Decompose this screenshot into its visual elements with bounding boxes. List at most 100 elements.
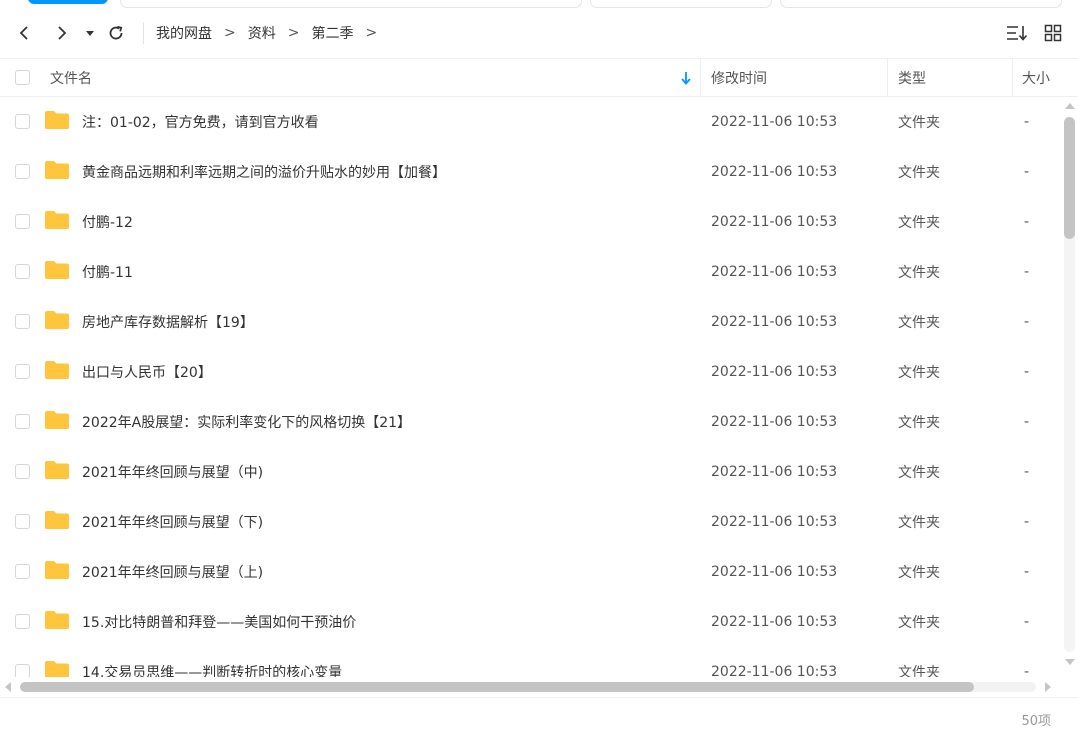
navigation-toolbar: 我的网盘 > 资料 > 第二季 > (0, 8, 1078, 59)
breadcrumb-item-materials[interactable]: 资料 (248, 23, 276, 43)
refresh-button[interactable] (104, 21, 128, 45)
file-name[interactable]: 2022年A股展望：实际利率变化下的风格切换【21】 (82, 397, 411, 447)
column-header-type[interactable]: 类型 (898, 59, 926, 96)
folder-icon (45, 311, 69, 329)
file-name[interactable]: 黄金商品远期和利率远期之间的溢价升贴水的妙用【加餐】 (82, 147, 446, 197)
file-name[interactable]: 14.交易员思维——判断转折时的核心变量 (82, 647, 342, 677)
file-type: 文件夹 (898, 515, 940, 531)
vertical-scroll-thumb[interactable] (1064, 117, 1075, 239)
history-dropdown-button[interactable] (80, 21, 100, 45)
file-row[interactable]: 2022年A股展望：实际利率变化下的风格切换【21】 2022-11-06 10:… (0, 397, 1060, 447)
file-name[interactable]: 房地产库存数据解析【19】 (82, 297, 254, 347)
grid-view-button[interactable] (1042, 22, 1064, 44)
folder-icon (45, 611, 69, 629)
file-name[interactable]: 2021年年终回顾与展望（下) (82, 497, 263, 547)
file-row[interactable]: 房地产库存数据解析【19】 2022-11-06 10:53 文件夹 - (0, 297, 1060, 347)
row-checkbox[interactable] (15, 614, 30, 629)
file-name[interactable]: 付鹏-11 (82, 247, 133, 297)
filter-field-edge[interactable] (780, 0, 1062, 8)
file-type: 文件夹 (898, 615, 940, 631)
search-field-edge[interactable] (120, 0, 582, 8)
horizontal-scrollbar[interactable] (0, 679, 1060, 695)
folder-icon (45, 161, 69, 179)
row-checkbox[interactable] (15, 264, 30, 279)
modified-time: 2022-11-06 10:53 (711, 114, 838, 130)
file-name[interactable]: 出口与人民币【20】 (82, 347, 212, 397)
sort-descending-indicator[interactable] (680, 59, 692, 96)
chevron-left-icon (19, 26, 28, 40)
modified-time: 2022-11-06 10:53 (711, 564, 838, 580)
file-row[interactable]: 付鹏-12 2022-11-06 10:53 文件夹 - (0, 197, 1060, 247)
file-size: - (1024, 614, 1030, 630)
upload-button-edge[interactable] (28, 0, 108, 4)
column-header-size[interactable]: 大小 (1022, 59, 1050, 96)
modified-time: 2022-11-06 10:53 (711, 164, 838, 180)
row-checkbox[interactable] (15, 214, 30, 229)
row-checkbox[interactable] (15, 114, 30, 129)
row-checkbox[interactable] (15, 414, 30, 429)
file-type: 文件夹 (898, 265, 940, 281)
scroll-up-arrow-icon[interactable] (1065, 103, 1075, 109)
sort-button[interactable] (1006, 22, 1028, 44)
file-type: 文件夹 (898, 365, 940, 381)
file-type: 文件夹 (898, 465, 940, 481)
modified-time: 2022-11-06 10:53 (711, 514, 838, 530)
scroll-down-arrow-icon[interactable] (1065, 659, 1075, 665)
file-row[interactable]: 付鹏-11 2022-11-06 10:53 文件夹 - (0, 247, 1060, 297)
file-size: - (1024, 414, 1030, 430)
sort-icon (1007, 26, 1028, 41)
modified-time: 2022-11-06 10:53 (711, 314, 838, 330)
column-divider[interactable] (887, 59, 888, 96)
folder-icon (45, 111, 69, 129)
chevron-right-icon (58, 26, 67, 40)
row-checkbox[interactable] (15, 164, 30, 179)
column-divider[interactable] (700, 59, 701, 96)
row-checkbox[interactable] (15, 464, 30, 479)
file-name[interactable]: 2021年年终回顾与展望（中) (82, 447, 263, 497)
scroll-left-arrow-icon[interactable] (5, 682, 11, 692)
file-size: - (1024, 464, 1030, 480)
modified-time: 2022-11-06 10:53 (711, 614, 838, 630)
horizontal-scroll-thumb[interactable] (20, 682, 974, 692)
caret-down-icon (86, 31, 94, 36)
file-row[interactable]: 2021年年终回顾与展望（上) 2022-11-06 10:53 文件夹 - (0, 547, 1060, 597)
folder-icon (45, 661, 69, 677)
file-row[interactable]: 注：01-02，官方免费，请到官方收看 2022-11-06 10:53 文件夹 - (0, 97, 1060, 147)
folder-icon (45, 461, 69, 479)
row-checkbox[interactable] (15, 364, 30, 379)
file-type: 文件夹 (898, 565, 940, 581)
scroll-right-arrow-icon[interactable] (1045, 682, 1051, 692)
breadcrumb-item-root[interactable]: 我的网盘 (156, 23, 212, 43)
file-size: - (1024, 314, 1030, 330)
file-row[interactable]: 出口与人民币【20】 2022-11-06 10:53 文件夹 - (0, 347, 1060, 397)
modified-time: 2022-11-06 10:53 (711, 264, 838, 280)
vertical-scrollbar[interactable] (1061, 97, 1078, 677)
row-checkbox[interactable] (15, 314, 30, 329)
select-all-checkbox[interactable] (15, 70, 30, 85)
file-size: - (1024, 364, 1030, 380)
modified-time: 2022-11-06 10:53 (711, 214, 838, 230)
file-manager-window: 我的网盘 > 资料 > 第二季 > 文件名 修改时间 类型 大小 注：01-02… (0, 0, 1078, 739)
column-header-name[interactable]: 文件名 (50, 59, 92, 96)
toolbar-divider (143, 22, 144, 44)
row-checkbox[interactable] (15, 664, 30, 677)
file-row[interactable]: 14.交易员思维——判断转折时的核心变量 2022-11-06 10:53 文件夹 - (0, 647, 1060, 677)
action-field-edge[interactable] (590, 0, 772, 8)
back-button[interactable] (12, 21, 36, 45)
breadcrumb-item-season-two[interactable]: 第二季 (311, 23, 353, 43)
file-row[interactable]: 黄金商品远期和利率远期之间的溢价升贴水的妙用【加餐】 2022-11-06 10:… (0, 147, 1060, 197)
file-name[interactable]: 15.对比特朗普和拜登——美国如何干预油价 (82, 597, 356, 647)
file-row[interactable]: 15.对比特朗普和拜登——美国如何干预油价 2022-11-06 10:53 文件夹… (0, 597, 1060, 647)
file-name[interactable]: 注：01-02，官方免费，请到官方收看 (82, 97, 319, 147)
row-checkbox[interactable] (15, 564, 30, 579)
file-size: - (1024, 114, 1030, 130)
arrow-down-icon (681, 71, 691, 85)
column-header-modified-time[interactable]: 修改时间 (711, 59, 767, 96)
row-checkbox[interactable] (15, 514, 30, 529)
file-name[interactable]: 付鹏-12 (82, 197, 133, 247)
forward-button[interactable] (50, 21, 74, 45)
file-row[interactable]: 2021年年终回顾与展望（中) 2022-11-06 10:53 文件夹 - (0, 447, 1060, 497)
file-row[interactable]: 2021年年终回顾与展望（下) 2022-11-06 10:53 文件夹 - (0, 497, 1060, 547)
file-name[interactable]: 2021年年终回顾与展望（上) (82, 547, 263, 597)
column-divider[interactable] (1012, 59, 1013, 96)
